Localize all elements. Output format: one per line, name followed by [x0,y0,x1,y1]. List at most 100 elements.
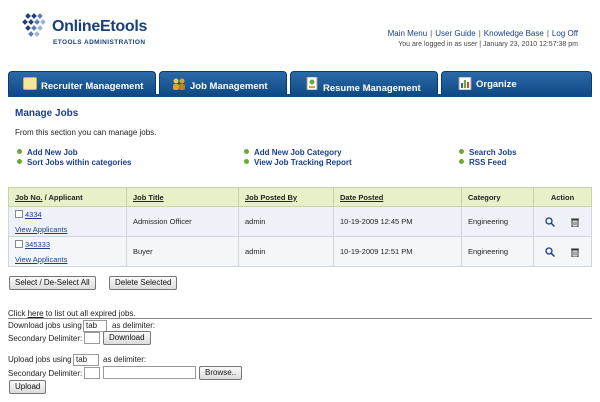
view-job-tracking-report-link[interactable]: View Job Tracking Report [244,158,352,167]
logged-in-info: You are logged in as user | January 23, … [398,41,578,48]
bullet-icon [459,159,464,164]
col-applicant-label: / Applicant [42,192,83,202]
row-checkbox[interactable] [15,239,23,248]
cell-category: Engineering [461,236,534,267]
search-jobs-link[interactable]: Search Jobs [459,148,517,157]
trash-icon[interactable] [570,217,580,227]
separator: | [546,29,549,38]
logo-dots-icon [22,13,46,37]
sort-jobs-link[interactable]: Sort Jobs within categories [17,158,131,167]
col-action: Action [533,187,592,207]
col-category: Category [461,187,534,207]
tab-label: Recruiter Management [41,81,144,92]
bullet-icon [244,159,249,164]
cell-job-no: 345333 View Applicants [8,236,127,267]
cell-posted-by: admin [238,236,334,267]
cell-posted-by: admin [238,206,334,237]
logo[interactable]: OnlineEtools ETOOLS ADMINISTRATION [22,12,172,52]
organize-icon [458,77,472,90]
add-new-job-link[interactable]: Add New Job [17,148,78,157]
upload-delimiter-suffix: as delimiter: [103,355,147,364]
top-links: Main Menu | User Guide | Knowledge Base | Log … [388,29,578,38]
rss-feed-link[interactable]: RSS Feed [459,158,506,167]
expired-jobs-link[interactable]: here [28,309,44,318]
cell-date-posted: 10-19-2009 12:45 PM [333,206,462,237]
link-label: Add New Job Category [254,148,342,157]
log-off-link[interactable]: Log Off [552,29,578,38]
upload-label: Upload jobs using [8,355,72,364]
tab-recruiter-management[interactable]: Recruiter Management [8,71,156,95]
bullet-icon [459,149,464,154]
cell-action [533,236,592,267]
intro-text: From this section you can manage jobs. [15,128,157,137]
view-applicants-link[interactable]: View Applicants [15,255,120,264]
download-secondary-label: Secondary Delimiter: [8,334,83,343]
tab-resume-management[interactable]: Resume Management [290,71,438,95]
separator: | [478,29,481,38]
table-row: 4334 View Applicants Admission Officer ad… [8,206,592,237]
main-tabs: Recruiter Management Job Management Resu… [8,71,592,95]
table-row: 345333 View Applicants Buyer admin 10-19-… [8,236,592,267]
upload-secondary-label: Secondary Delimiter: [8,369,83,378]
tab-label: Resume Management [323,83,421,94]
cell-date-posted: 10-19-2009 12:51 PM [333,236,462,267]
col-job-no[interactable]: Job No. / Applicant [8,187,127,207]
tab-bar-underline [8,94,592,97]
job-no-link[interactable]: 4334 [25,210,42,219]
col-date-posted[interactable]: Date Posted [333,187,462,207]
download-button[interactable]: Download [103,331,151,345]
brand-name: OnlineEtools [52,18,148,35]
cell-job-title: Admission Officer [126,206,239,237]
col-job-title[interactable]: Job Title [126,187,239,207]
expired-suffix: to list out all expired jobs. [43,309,136,318]
row-checkbox[interactable] [15,209,23,218]
page-title: Manage Jobs [15,108,79,119]
cell-job-title: Buyer [126,236,239,267]
link-label: RSS Feed [469,158,507,167]
download-delimiter-suffix: as delimiter: [112,321,156,330]
download-label: Download jobs using [8,321,82,330]
expired-prefix: Click [8,309,28,318]
tab-organize[interactable]: Organize [441,71,592,95]
col-posted-by[interactable]: Job Posted By [238,187,334,207]
cell-action [533,206,592,237]
browse-button[interactable]: Browse.. [199,366,243,380]
table-header-row: Job No. / Applicant Job Title Job Posted… [8,187,592,207]
trash-icon[interactable] [570,247,580,257]
link-label: Add New Job [27,148,78,157]
upload-button[interactable]: Upload [9,380,47,394]
add-new-job-category-link[interactable]: Add New Job Category [244,148,342,157]
delete-selected-button[interactable]: Delete Selected [109,276,178,290]
download-secondary-input[interactable] [84,332,100,344]
main-menu-link[interactable]: Main Menu [388,29,428,38]
col-job-no-label[interactable]: Job No. [15,193,43,202]
edit-icon[interactable] [545,246,556,257]
recruiter-icon [23,77,37,90]
job-no-link[interactable]: 345333 [25,240,50,249]
bullet-icon [244,149,249,154]
upload-delimiter-input[interactable]: tab [73,354,99,366]
edit-icon[interactable] [545,216,556,227]
cell-job-no: 4334 View Applicants [8,206,127,237]
header: OnlineEtools ETOOLS ADMINISTRATION Main … [0,0,600,70]
knowledge-base-link[interactable]: Knowledge Base [484,29,544,38]
resume-icon [306,77,318,90]
user-guide-link[interactable]: User Guide [435,29,475,38]
link-label: Search Jobs [469,148,517,157]
link-label: View Job Tracking Report [254,158,352,167]
select-deselect-all-button[interactable]: Select / De-Select All [9,276,96,290]
tab-job-management[interactable]: Job Management [159,71,287,95]
link-label: Sort Jobs within categories [27,158,132,167]
upload-secondary-input[interactable] [84,367,100,379]
cell-category: Engineering [461,206,534,237]
view-applicants-link[interactable]: View Applicants [15,225,120,234]
expired-jobs-text: Click here to list out all expired jobs. [8,309,136,318]
bullet-icon [17,159,22,164]
tab-label: Organize [476,79,517,90]
people-icon [173,78,185,90]
upload-file-input[interactable] [103,366,196,379]
bullet-icon [17,149,22,154]
separator: | [430,29,433,38]
tab-label: Job Management [190,81,268,92]
brand-subtitle: ETOOLS ADMINISTRATION [53,39,146,46]
